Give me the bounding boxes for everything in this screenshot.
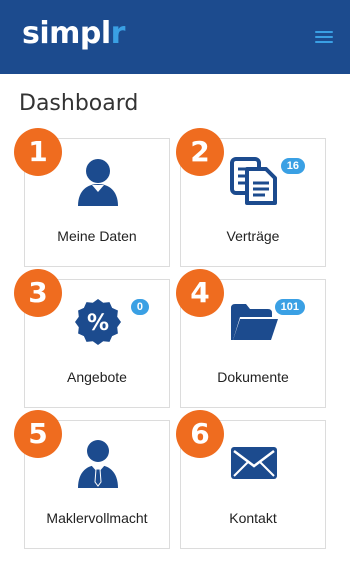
step-number-badge: 3 bbox=[14, 269, 62, 317]
tile-label: Dokumente bbox=[217, 369, 289, 385]
businessman-icon bbox=[66, 435, 130, 491]
app-logo[interactable]: simplr bbox=[22, 16, 125, 52]
count-badge: 16 bbox=[280, 158, 305, 174]
envelope-icon bbox=[222, 435, 286, 491]
svg-text:%: % bbox=[87, 311, 109, 336]
app-header: simplr bbox=[0, 0, 350, 74]
step-number-badge: 1 bbox=[14, 128, 62, 176]
step-number-badge: 5 bbox=[14, 410, 62, 458]
page-title: Dashboard bbox=[19, 91, 139, 116]
user-icon bbox=[66, 153, 130, 209]
tile-label: Angebote bbox=[67, 369, 127, 385]
step-number-badge: 6 bbox=[176, 410, 224, 458]
count-badge: 0 bbox=[130, 299, 149, 315]
count-badge: 101 bbox=[274, 299, 305, 315]
tile-label: Verträge bbox=[226, 228, 280, 244]
tile-label: Maklervollmacht bbox=[46, 510, 148, 526]
step-number-badge: 4 bbox=[176, 269, 224, 317]
step-number-badge: 2 bbox=[176, 128, 224, 176]
hamburger-menu-icon[interactable] bbox=[308, 25, 340, 49]
tile-label: Meine Daten bbox=[57, 228, 137, 244]
percent-badge-icon: % bbox=[66, 294, 130, 350]
documents-icon bbox=[222, 153, 286, 209]
tile-label: Kontakt bbox=[229, 510, 277, 526]
